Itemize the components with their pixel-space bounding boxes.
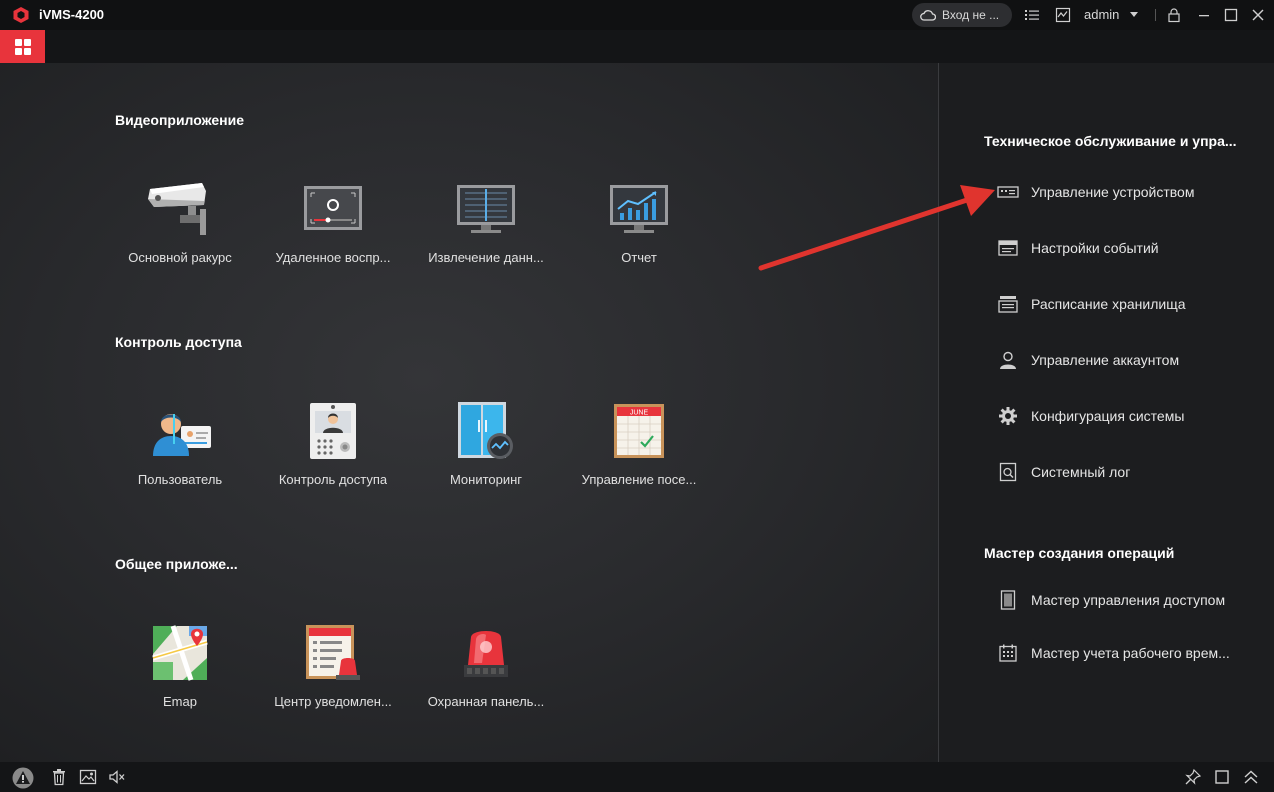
window-mode-icon[interactable]: [1213, 768, 1231, 786]
intercom-icon: [310, 403, 356, 459]
user-name[interactable]: admin: [1084, 7, 1119, 22]
maintenance-title: Техническое обслуживание и упра...: [984, 133, 1237, 149]
tile-label: Emap: [163, 694, 197, 709]
tile-label: Удаленное воспр...: [275, 250, 391, 265]
tile-access-control[interactable]: Контроль доступа: [263, 390, 403, 500]
menu-label: Мастер управления доступом: [1031, 592, 1226, 608]
tile-label: Мониторинг: [449, 472, 523, 487]
menu-label: Мастер учета рабочего врем...: [1031, 645, 1230, 661]
tile-label: Основной ракурс: [128, 250, 232, 265]
menu-label: Управление устройством: [1031, 184, 1195, 200]
tile-alarm-panel[interactable]: Охранная панель...: [416, 612, 556, 722]
tile-label: Центр уведомлен...: [274, 694, 392, 709]
cloud-login-label: Вход не ...: [942, 8, 1000, 22]
app-window: iVMS-4200 Вход не ... admin Видеоприложе…: [0, 0, 1274, 792]
tile-remote-playback[interactable]: Удаленное воспр...: [263, 168, 403, 278]
wizard-title: Мастер создания операций: [984, 545, 1175, 561]
calendar-icon: JUNE: [614, 404, 664, 458]
menu-access-wizard[interactable]: Мастер управления доступом: [997, 588, 1267, 612]
grid-icon: [14, 38, 31, 55]
title-bar: iVMS-4200 Вход не ... admin: [0, 0, 1274, 30]
tile-monitoring[interactable]: Мониторинг: [416, 390, 556, 500]
trash-icon[interactable]: [50, 768, 68, 786]
time-wizard-icon: [999, 644, 1017, 662]
section-title-access: Контроль доступа: [115, 334, 242, 350]
image-settings-icon[interactable]: [79, 768, 97, 786]
user-card-icon: [153, 414, 211, 456]
pin-icon[interactable]: [1184, 768, 1202, 786]
menu-system-log[interactable]: Системный лог: [997, 460, 1267, 484]
data-retrieval-icon: [457, 185, 515, 233]
performance-monitor-icon[interactable]: [1055, 7, 1071, 23]
tile-label: Охранная панель...: [427, 694, 545, 709]
chevron-down-icon[interactable]: [1128, 8, 1140, 20]
expand-up-icon[interactable]: [1242, 768, 1260, 786]
account-icon: [1000, 351, 1016, 369]
tile-emap[interactable]: Emap: [110, 612, 250, 722]
menu-label: Системный лог: [1031, 464, 1131, 480]
tile-label: Пользователь: [137, 472, 223, 487]
title-separator: [1155, 9, 1156, 21]
status-bar: [0, 762, 1274, 792]
menu-system-configuration[interactable]: Конфигурация системы: [997, 404, 1267, 428]
tile-notification-center[interactable]: Центр уведомлен...: [263, 612, 403, 722]
tile-data-retrieval[interactable]: Извлечение данн...: [416, 168, 556, 278]
playback-icon: [304, 186, 362, 230]
notification-center-icon: [306, 625, 360, 680]
tile-label: Извлечение данн...: [428, 250, 544, 265]
tab-bar: [0, 30, 1274, 63]
tile-user[interactable]: Пользователь: [110, 390, 250, 500]
menu-time-attendance-wizard[interactable]: Мастер учета рабочего врем...: [997, 641, 1267, 665]
access-wizard-icon: [1000, 590, 1016, 610]
camera-icon: [148, 183, 206, 235]
maximize-icon[interactable]: [1223, 7, 1239, 23]
section-title-video: Видеоприложение: [115, 112, 245, 128]
lock-icon[interactable]: [1166, 7, 1182, 23]
storage-icon: [998, 296, 1018, 313]
cloud-login-button[interactable]: Вход не ...: [912, 3, 1012, 27]
menu-label: Конфигурация системы: [1031, 408, 1185, 424]
warning-icon[interactable]: [12, 767, 34, 789]
map-icon: [152, 625, 208, 681]
report-chart-icon: [610, 185, 668, 233]
gear-icon: [999, 407, 1017, 425]
app-title: iVMS-4200: [39, 7, 105, 22]
close-icon[interactable]: [1250, 7, 1266, 23]
tile-main-view[interactable]: Основной ракурс: [110, 168, 250, 278]
tile-attendance[interactable]: JUNE Управление посе...: [569, 390, 709, 500]
right-panel: Техническое обслуживание и упра... Управ…: [939, 63, 1274, 762]
tile-label: Контроль доступа: [278, 472, 388, 487]
minimize-icon[interactable]: [1196, 7, 1212, 23]
section-title-general: Общее приложе...: [115, 556, 238, 572]
tile-report[interactable]: Отчет: [569, 168, 709, 278]
tile-label: Управление посе...: [581, 472, 697, 487]
mute-icon[interactable]: [108, 768, 126, 786]
menu-label: Управление аккаунтом: [1031, 352, 1180, 368]
tile-label: Отчет: [621, 250, 657, 265]
menu-device-management[interactable]: Управление устройством: [997, 180, 1267, 204]
list-icon[interactable]: [1024, 7, 1040, 23]
home-tab[interactable]: [0, 30, 45, 63]
calendar-month-text: JUNE: [630, 410, 649, 417]
menu-event-settings[interactable]: Настройки событий: [997, 236, 1267, 260]
main-area: Видеоприложение Основной ракурс Удаленно…: [0, 63, 938, 762]
menu-account-management[interactable]: Управление аккаунтом: [997, 348, 1267, 372]
door-monitor-icon: [458, 402, 513, 459]
menu-label: Настройки событий: [1031, 240, 1159, 256]
alarm-siren-icon: [464, 631, 508, 677]
cloud-icon: [920, 10, 936, 21]
device-icon: [997, 186, 1019, 198]
menu-label: Расписание хранилища: [1031, 296, 1186, 312]
log-icon: [999, 462, 1017, 482]
event-icon: [998, 240, 1018, 256]
hikvision-logo-icon: [13, 7, 29, 23]
menu-storage-schedule[interactable]: Расписание хранилища: [997, 292, 1267, 316]
